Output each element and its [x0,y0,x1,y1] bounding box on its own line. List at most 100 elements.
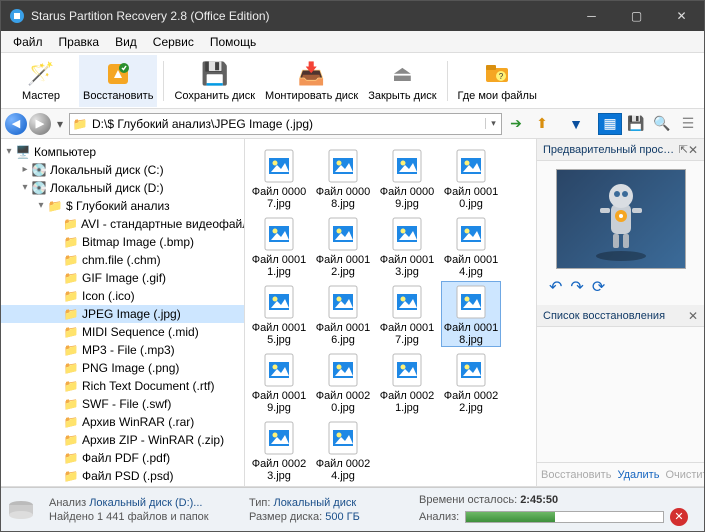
file-item[interactable]: Файл 00024.jpg [313,417,373,483]
file-item[interactable]: Файл 00023.jpg [249,417,309,483]
close-button[interactable]: ✕ [659,1,704,31]
tree-item-label: Архив WinRAR (.rar) [82,413,194,431]
close-panel-button[interactable]: ✕ [688,143,698,157]
file-item[interactable]: Файл 00021.jpg [377,349,437,415]
maximize-button[interactable]: ▢ [614,1,659,31]
file-item[interactable]: Файл 00014.jpg [441,213,501,279]
file-item[interactable]: Файл 00017.jpg [377,281,437,347]
nav-forward-button[interactable]: ▶ [29,113,51,135]
file-name: Файл 00008.jpg [314,186,372,210]
tree-deep-analysis[interactable]: ▾ 📁 $ Глубокий анализ [1,197,244,215]
refresh-button[interactable]: ⟳ [592,277,605,297]
nav-history-dropdown[interactable]: ▾ [53,113,67,135]
tree-item-label: SWF - File (.swf) [82,395,171,413]
file-name: Файл 00010.jpg [442,186,500,210]
file-name: Файл 00016.jpg [314,322,372,346]
file-item[interactable]: Файл 00022.jpg [441,349,501,415]
titlebar: Starus Partition Recovery 2.8 (Office Ed… [1,1,704,31]
file-item[interactable]: Файл 00011.jpg [249,213,309,279]
file-name: Файл 00017.jpg [378,322,436,346]
folder-icon: 📁 [63,395,79,413]
folder-icon: 📁 [63,359,79,377]
tree-folder-item[interactable]: 📁GIF Image (.gif) [1,269,244,287]
tree-folder-item[interactable]: 📁Icon (.ico) [1,287,244,305]
save-disk-button[interactable]: 💾 Сохранить диск [170,55,259,107]
file-name: Файл 00009.jpg [378,186,436,210]
recovery-delete-action[interactable]: Удалить [617,469,659,481]
tree-folder-item[interactable]: 📁Файл PSD (.psd) [1,467,244,485]
tree-computer[interactable]: ▾ 🖥️ Компьютер [1,143,244,161]
close-recovery-button[interactable]: ✕ [688,309,698,323]
tree-folder-item[interactable]: 📁Архив WinRAR (.rar) [1,413,244,431]
menu-edit[interactable]: Правка [51,33,108,51]
file-item[interactable]: Файл 00018.jpg [441,281,501,347]
image-file-icon [389,352,425,388]
file-item[interactable]: Файл 00007.jpg [249,145,309,211]
recover-button[interactable]: Восстановить [79,55,157,107]
recovery-list[interactable] [537,327,704,462]
where-files-button[interactable]: ? Где мои файлы [454,55,541,107]
pin-icon[interactable]: ⇱ [679,143,688,156]
collapse-icon[interactable]: ▾ [19,179,31,197]
tree-local-d[interactable]: ▾ 💽 Локальный диск (D:) [1,179,244,197]
file-item[interactable]: Файл 00020.jpg [313,349,373,415]
filter-button[interactable]: ▼ [564,113,588,135]
tree-item-label: Архив ZIP - WinRAR (.zip) [82,431,224,449]
rotate-toolbar: ↶ ↷ ⟳ [545,277,696,297]
tree-folder-item[interactable]: 📁Bitmap Image (.bmp) [1,233,244,251]
image-file-icon [453,284,489,320]
collapse-icon[interactable]: ▾ [3,143,15,161]
tree-item-label: Файл PDF (.pdf) [82,449,170,467]
menu-file[interactable]: Файл [5,33,51,51]
search-button[interactable]: 🔍 [650,113,674,135]
stop-analysis-button[interactable]: ✕ [670,508,688,526]
nav-back-button[interactable]: ◀ [5,113,27,135]
tree-item-label: chm.file (.chm) [82,251,161,269]
file-item[interactable]: Файл 00010.jpg [441,145,501,211]
image-file-icon [261,352,297,388]
file-item[interactable]: Файл 00008.jpg [313,145,373,211]
tree-local-c[interactable]: ▸ 💽 Локальный диск (C:) [1,161,244,179]
collapse-icon[interactable]: ▾ [35,197,47,215]
tree-folder-item[interactable]: 📁PNG Image (.png) [1,359,244,377]
file-item[interactable]: Файл 00019.jpg [249,349,309,415]
wizard-button[interactable]: 🪄 Мастер [5,55,77,107]
view-mode-button[interactable]: ▦ [598,113,622,135]
address-dropdown[interactable]: ▾ [485,118,501,129]
tree-folder-item[interactable]: 📁MIDI Sequence (.mid) [1,323,244,341]
file-item[interactable]: Файл 00016.jpg [313,281,373,347]
address-bar[interactable]: 📁 D:\$ Глубокий анализ\JPEG Image (.jpg)… [69,113,502,135]
recovery-clear-action: Очистить [665,469,704,481]
save-session-button[interactable]: 💾 [624,113,648,135]
file-name: Файл 00018.jpg [442,322,500,346]
rotate-left-button[interactable]: ↶ [549,277,562,297]
image-file-icon [261,216,297,252]
menu-view[interactable]: Вид [107,33,145,51]
close-disk-button[interactable]: ⏏ Закрыть диск [364,55,440,107]
tree-folder-item[interactable]: 📁Архив ZIP - WinRAR (.zip) [1,431,244,449]
tree-folder-item[interactable]: 📁MP3 - File (.mp3) [1,341,244,359]
tree-folder-item[interactable]: 📁SWF - File (.swf) [1,395,244,413]
file-item[interactable]: Файл 00012.jpg [313,213,373,279]
options-button[interactable]: ☰ [676,113,700,135]
file-item[interactable]: Файл 00013.jpg [377,213,437,279]
file-item[interactable]: Файл 00015.jpg [249,281,309,347]
app-icon [9,8,25,24]
tree-folder-item[interactable]: 📁AVI - стандартные видеофайл [1,215,244,233]
preview-title: Предварительный просмотр [543,144,675,156]
file-item[interactable]: Файл 00009.jpg [377,145,437,211]
tree-folder-item[interactable]: 📁JPEG Image (.jpg) [1,305,244,323]
tree-folder-item[interactable]: 📁Файл PDF (.pdf) [1,449,244,467]
expand-icon[interactable]: ▸ [19,161,31,179]
folder-tree[interactable]: ▾ 🖥️ Компьютер ▸ 💽 Локальный диск (C:) ▾… [1,139,245,486]
tree-folder-item[interactable]: 📁Rich Text Document (.rtf) [1,377,244,395]
go-button[interactable]: ➔ [504,113,528,135]
file-list[interactable]: Файл 00007.jpgФайл 00008.jpgФайл 00009.j… [245,139,536,486]
rotate-right-button[interactable]: ↷ [570,277,583,297]
menu-service[interactable]: Сервис [145,33,202,51]
menu-help[interactable]: Помощь [202,33,264,51]
mount-disk-button[interactable]: 📥 Монтировать диск [261,55,362,107]
tree-folder-item[interactable]: 📁chm.file (.chm) [1,251,244,269]
minimize-button[interactable]: ─ [569,1,614,31]
up-button[interactable]: ⬆ [530,113,554,135]
